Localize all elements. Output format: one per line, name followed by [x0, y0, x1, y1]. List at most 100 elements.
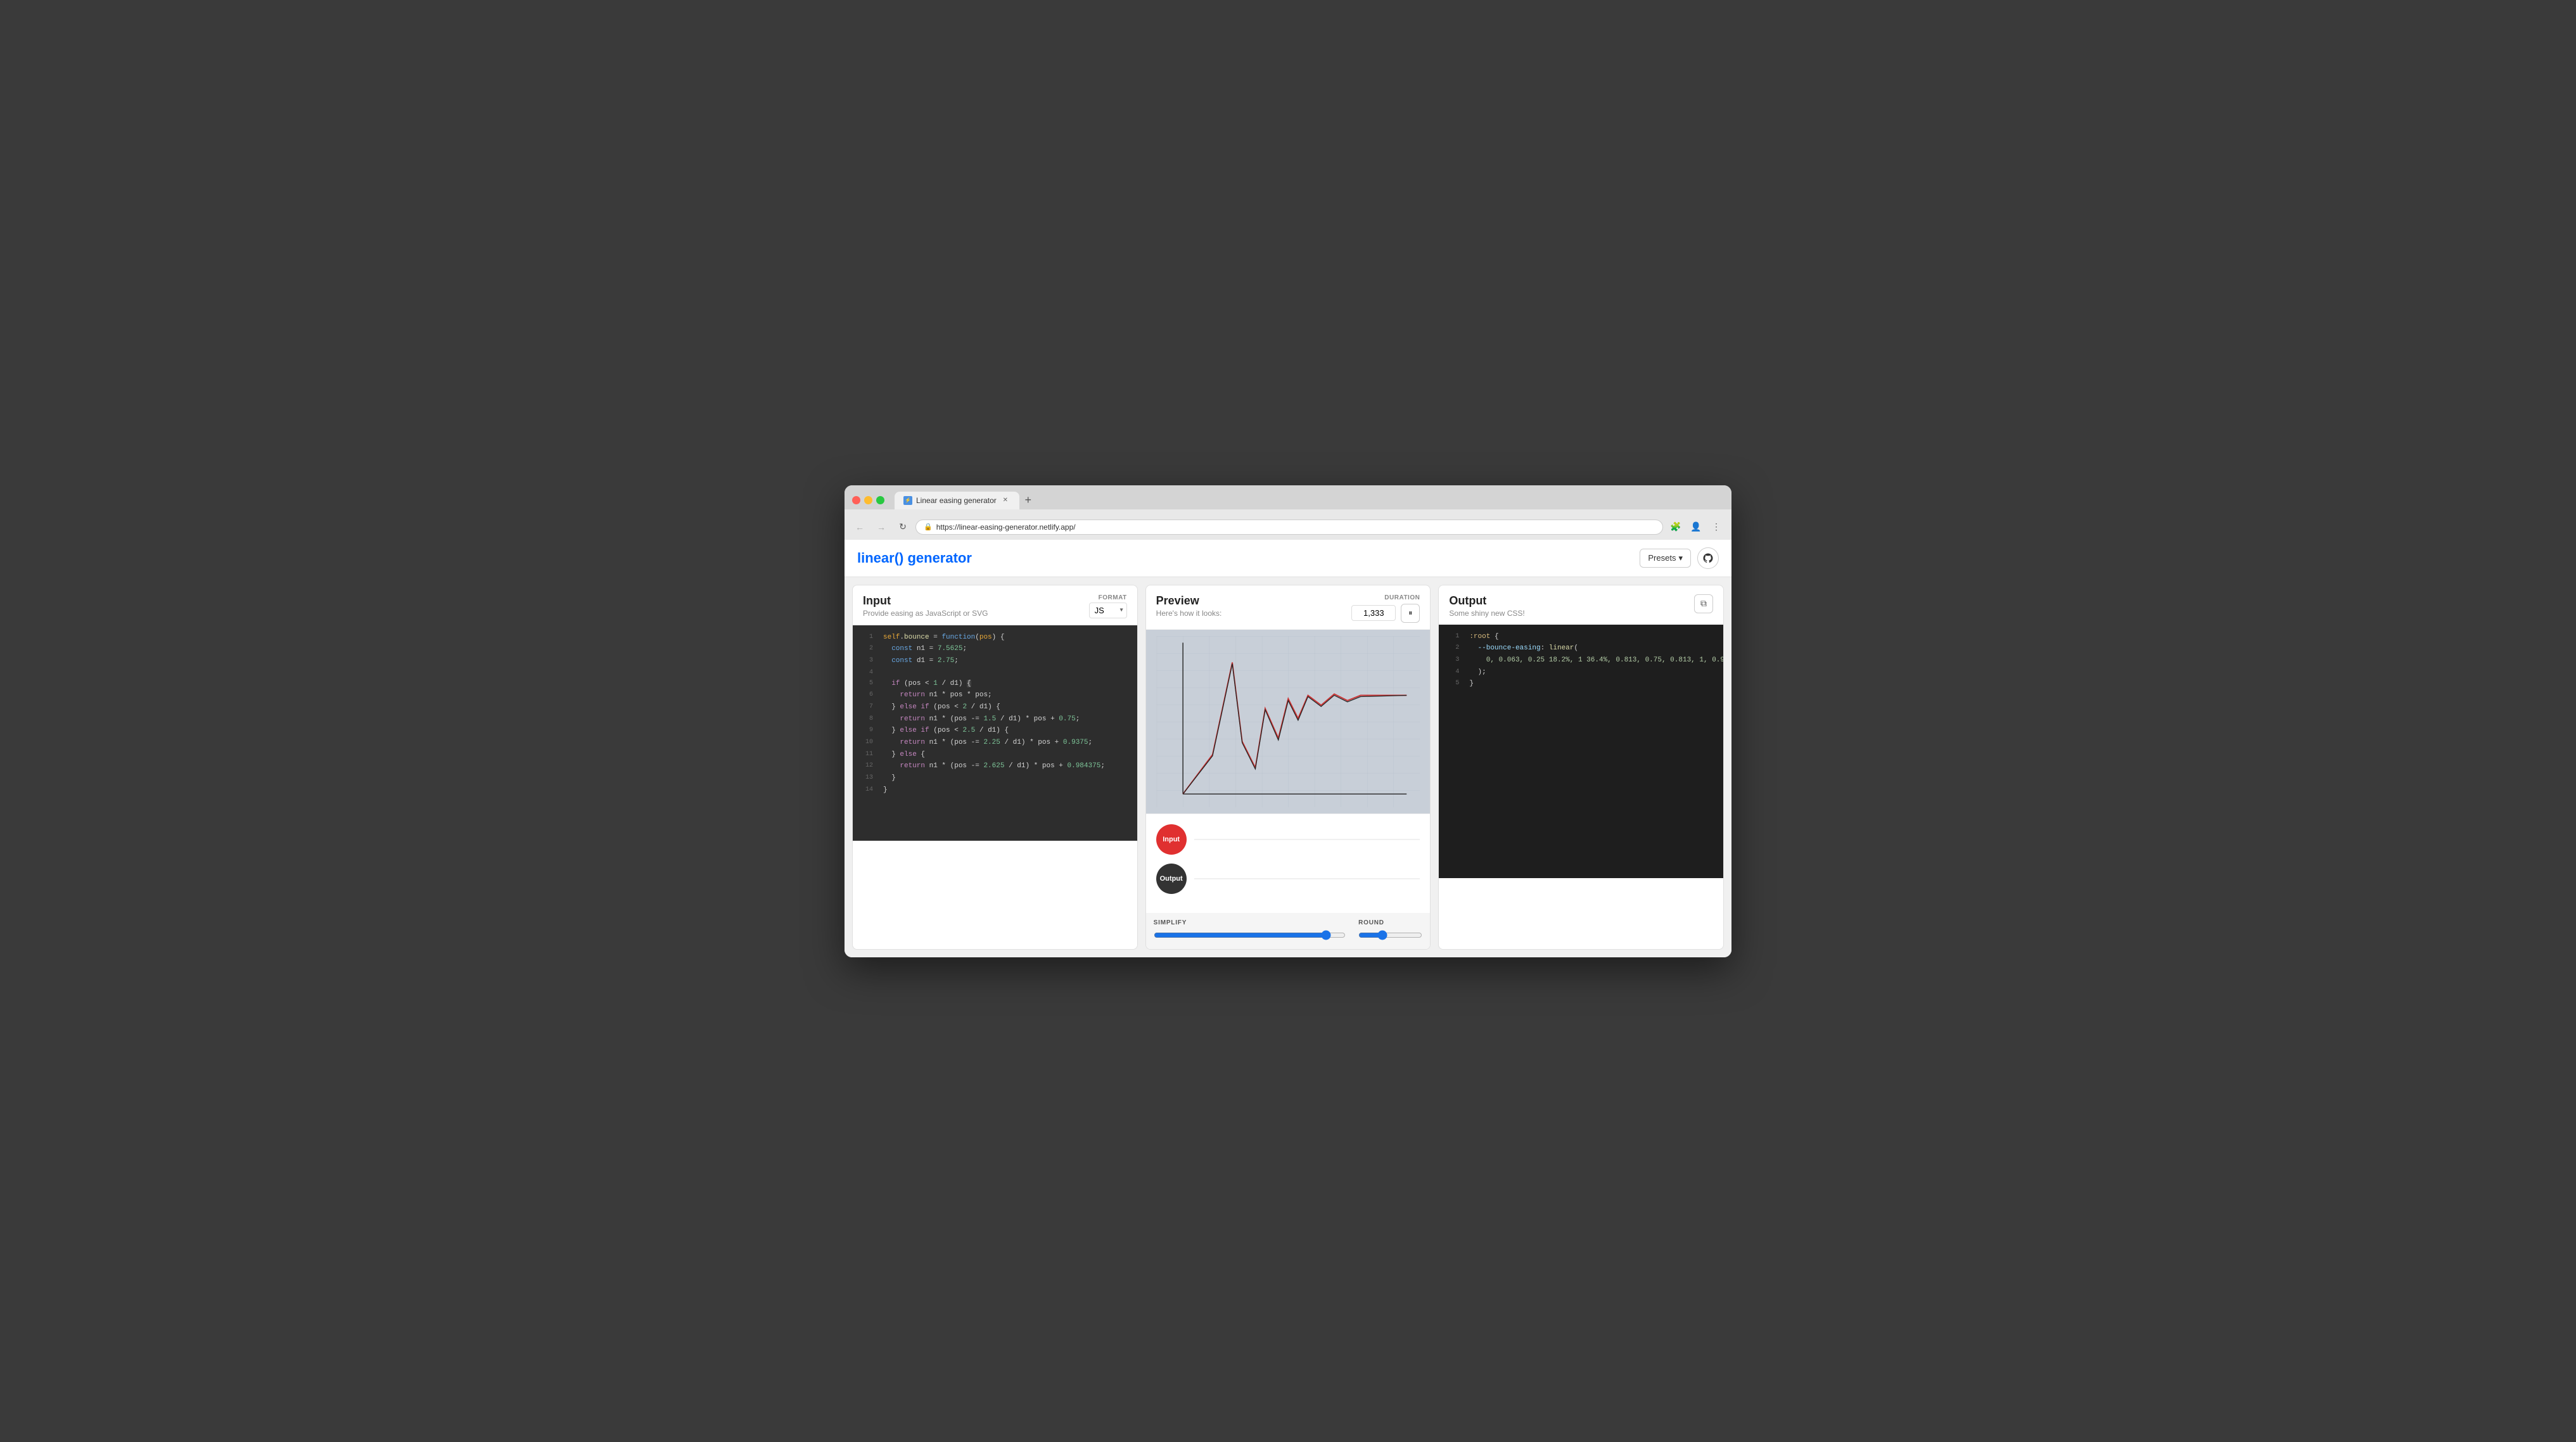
output-ball[interactable]: Output: [1156, 864, 1187, 894]
duration-control: DURATION ⏸: [1351, 594, 1420, 623]
output-panel-title: Output: [1449, 594, 1524, 608]
forward-button[interactable]: →: [872, 518, 890, 536]
preview-panel: Preview Here's how it looks: DURATION ⏸: [1145, 585, 1431, 950]
copy-icon: ⧉: [1700, 598, 1707, 609]
output-panel-subtitle: Some shiny new CSS!: [1449, 609, 1524, 618]
simplify-label: SIMPLIFY: [1154, 919, 1346, 926]
github-icon: [1702, 552, 1714, 564]
code-line-5: 5 if (pos < 1 / d1) {: [853, 678, 1137, 690]
format-label: FORMAT: [1099, 594, 1127, 601]
round-slider-container: [1358, 930, 1422, 940]
tab-title: Linear easing generator: [916, 496, 997, 505]
output-line-1: 1 :root {: [1439, 631, 1723, 643]
play-pause-icon: ⏸: [1408, 608, 1412, 618]
code-line-2: 2 const n1 = 7.5625;: [853, 643, 1137, 655]
output-panel-header: Output Some shiny new CSS! ⧉: [1439, 585, 1723, 625]
tab-favicon: ⚡: [903, 496, 912, 505]
preview-panel-title: Preview: [1156, 594, 1222, 608]
maximize-button[interactable]: [876, 496, 884, 504]
code-line-9: 9 } else if (pos < 2.5 / d1) {: [853, 725, 1137, 737]
output-animation-track: [1194, 878, 1420, 879]
app-content: linear() generator Presets ▾ Inpu: [845, 540, 1731, 957]
close-button[interactable]: [852, 496, 860, 504]
browser-toolbar: ← → ↻ 🔒 https://linear-easing-generator.…: [845, 514, 1731, 540]
extensions-button[interactable]: 🧩: [1667, 518, 1685, 536]
input-panel-subtitle: Provide easing as JavaScript or SVG: [863, 609, 988, 618]
github-button[interactable]: [1697, 547, 1719, 569]
input-ball-label: Input: [1163, 836, 1180, 843]
app-logo: linear() generator: [857, 550, 972, 566]
round-slider-group: ROUND: [1358, 919, 1422, 940]
format-select-container: JS SVG: [1089, 603, 1127, 618]
input-panel-title-group: Input Provide easing as JavaScript or SV…: [863, 594, 988, 618]
graph-area: [1146, 630, 1431, 814]
input-animation-track: [1194, 839, 1420, 840]
output-line-3: 3 0, 0.063, 0.25 18.2%, 1 36.4%, 0.813, …: [1439, 654, 1723, 667]
secure-icon: 🔒: [924, 523, 933, 531]
header-actions: Presets ▾: [1640, 547, 1719, 569]
active-tab[interactable]: ⚡ Linear easing generator ✕: [895, 492, 1019, 509]
back-button[interactable]: ←: [851, 518, 869, 536]
animation-area: Input Output: [1146, 814, 1431, 913]
duration-input[interactable]: [1351, 605, 1396, 621]
browser-chrome: ⚡ Linear easing generator ✕ +: [845, 485, 1731, 509]
code-line-11: 11 } else {: [853, 749, 1137, 761]
output-panel: Output Some shiny new CSS! ⧉ 1 :root { 2…: [1438, 585, 1724, 950]
output-line-4: 4 );: [1439, 667, 1723, 679]
input-ball[interactable]: Input: [1156, 824, 1187, 855]
toolbar-actions: 🧩 👤 ⋮: [1667, 518, 1725, 536]
copy-button[interactable]: ⧉: [1694, 594, 1713, 613]
new-tab-button[interactable]: +: [1019, 492, 1037, 509]
code-line-4: 4: [853, 667, 1137, 678]
output-line-2: 2 --bounce-easing: linear(: [1439, 642, 1723, 654]
sliders-area: SIMPLIFY ROUND: [1146, 913, 1431, 949]
address-bar[interactable]: 🔒 https://linear-easing-generator.netlif…: [915, 520, 1663, 535]
format-select[interactable]: JS SVG: [1089, 603, 1127, 618]
browser-titlebar: ⚡ Linear easing generator ✕ +: [852, 492, 1724, 509]
input-panel-header: Input Provide easing as JavaScript or SV…: [853, 585, 1137, 625]
output-title-group: Output Some shiny new CSS!: [1449, 594, 1524, 618]
format-controls: FORMAT JS SVG: [1089, 594, 1127, 618]
preview-title-group: Preview Here's how it looks:: [1156, 594, 1222, 618]
code-editor[interactable]: 1 self.bounce = function(pos) { 2 const …: [853, 625, 1137, 841]
input-panel-title: Input: [863, 594, 988, 608]
code-line-6: 6 return n1 * pos * pos;: [853, 689, 1137, 701]
output-ball-label: Output: [1160, 875, 1183, 883]
code-line-12: 12 return n1 * (pos -= 2.625 / d1) * pos…: [853, 760, 1137, 772]
presets-label: Presets: [1648, 553, 1676, 563]
tab-close-button[interactable]: ✕: [1000, 495, 1011, 506]
code-line-3: 3 const d1 = 2.75;: [853, 655, 1137, 667]
app-header: linear() generator Presets ▾: [845, 540, 1731, 577]
code-line-7: 7 } else if (pos < 2 / d1) {: [853, 701, 1137, 713]
code-line-10: 10 return n1 * (pos -= 2.25 / d1) * pos …: [853, 737, 1137, 749]
output-code: 1 :root { 2 --bounce-easing: linear( 3 0…: [1439, 625, 1723, 878]
presets-button[interactable]: Presets ▾: [1640, 549, 1691, 568]
simplify-slider-group: SIMPLIFY: [1154, 919, 1346, 940]
duration-row: ⏸: [1351, 604, 1420, 623]
output-animation-row: Output: [1156, 864, 1420, 894]
preview-panel-header: Preview Here's how it looks: DURATION ⏸: [1146, 585, 1431, 630]
input-animation-row: Input: [1156, 824, 1420, 855]
code-line-8: 8 return n1 * (pos -= 1.5 / d1) * pos + …: [853, 713, 1137, 725]
profile-button[interactable]: 👤: [1687, 518, 1705, 536]
round-slider[interactable]: [1358, 930, 1422, 940]
simplify-slider-container: [1154, 930, 1346, 940]
code-line-1: 1 self.bounce = function(pos) {: [853, 632, 1137, 644]
code-line-14: 14 }: [853, 784, 1137, 796]
duration-label: DURATION: [1384, 594, 1420, 601]
output-line-5: 5 }: [1439, 678, 1723, 690]
minimize-button[interactable]: [864, 496, 872, 504]
preview-panel-subtitle: Here's how it looks:: [1156, 609, 1222, 618]
refresh-button[interactable]: ↻: [894, 518, 912, 536]
menu-button[interactable]: ⋮: [1707, 518, 1725, 536]
play-pause-button[interactable]: ⏸: [1401, 604, 1420, 623]
traffic-lights: [852, 496, 884, 504]
presets-chevron-icon: ▾: [1678, 553, 1683, 563]
input-panel: Input Provide easing as JavaScript or SV…: [852, 585, 1138, 950]
simplify-slider[interactable]: [1154, 930, 1346, 940]
round-label: ROUND: [1358, 919, 1422, 926]
easing-graph: [1152, 636, 1424, 807]
code-line-13: 13 }: [853, 772, 1137, 784]
browser-window: ⚡ Linear easing generator ✕ + ← → ↻ 🔒 ht…: [845, 485, 1731, 957]
url-text: https://linear-easing-generator.netlify.…: [936, 523, 1076, 532]
